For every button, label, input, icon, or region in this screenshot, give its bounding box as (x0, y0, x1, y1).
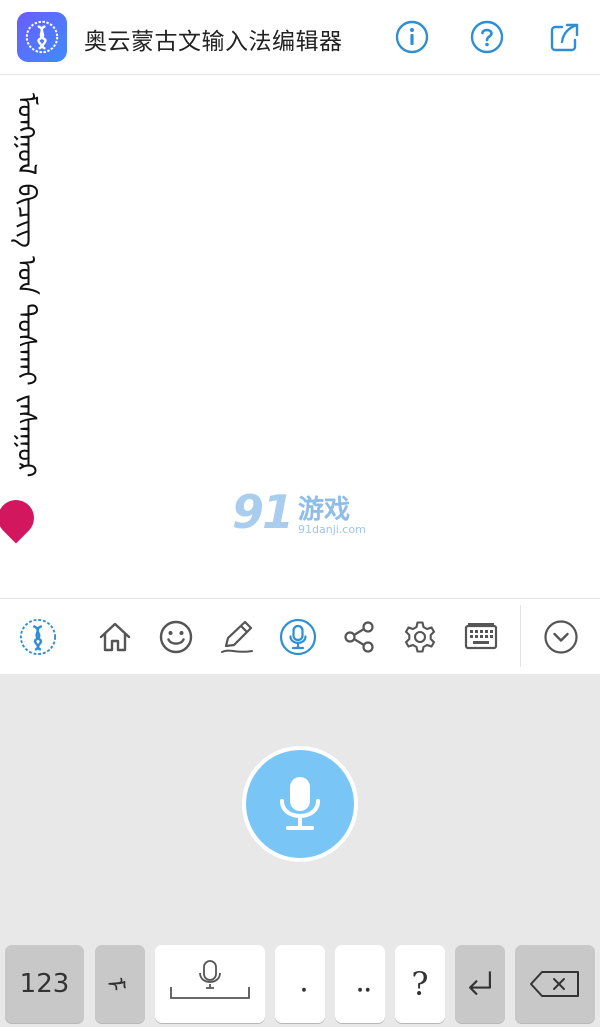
toolbar-logo-button[interactable] (17, 616, 59, 658)
toolbar-share-button[interactable] (338, 616, 380, 658)
toolbar-divider (520, 605, 521, 667)
voice-input-panel: 123 ᠮ ᠂ ᠃ ? (0, 674, 600, 1027)
toolbar-collapse-button[interactable] (540, 616, 582, 658)
watermark-logo: 91 (232, 485, 294, 539)
app-logo-icon (19, 618, 57, 656)
gear-icon (404, 621, 436, 653)
pencil-icon (221, 620, 253, 653)
info-button[interactable] (393, 18, 431, 56)
app-logo-icon (17, 12, 67, 62)
chevron-down-icon (544, 620, 578, 654)
space-mic-icon (170, 960, 250, 999)
space-key[interactable] (155, 945, 265, 1023)
app-title: 奥云蒙古文输入法编辑器 (84, 29, 343, 55)
numbers-key-label: 123 (19, 969, 70, 999)
mongolian-layout-key[interactable]: ᠮ (95, 945, 145, 1023)
home-icon (99, 622, 131, 652)
keyboard-icon (464, 623, 498, 650)
share-export-icon (550, 23, 579, 52)
help-button[interactable] (468, 18, 506, 56)
toolbar-home-button[interactable] (94, 616, 136, 658)
watermark: 91 游戏 91danji.com (232, 485, 372, 543)
backspace-key[interactable] (515, 945, 595, 1023)
keyboard-toolbar (0, 598, 600, 674)
toolbar-handwrite-button[interactable] (216, 616, 258, 658)
question-key-label: ? (411, 965, 429, 1003)
watermark-domain: 91danji.com (298, 523, 366, 536)
microphone-icon (279, 618, 317, 656)
mongolian-layout-key-label: ᠮ (100, 976, 129, 992)
enter-key[interactable] (455, 945, 505, 1023)
enter-icon (469, 971, 491, 995)
watermark-name: 游戏 (298, 495, 351, 525)
question-key[interactable]: ? (395, 945, 445, 1023)
comma-key-label: ᠂ (293, 974, 307, 1010)
question-circle-icon (470, 20, 504, 54)
voice-record-button[interactable] (242, 746, 358, 862)
comma-key[interactable]: ᠂ (275, 945, 325, 1023)
period-key[interactable]: ᠃ (335, 945, 385, 1023)
emoji-icon (159, 620, 193, 654)
text-editor[interactable]: ᠮᠣᠩᠭᠣᠯ ᠪᠢᠴᠢᠭ ᠤᠨ ᠲᠤᠰᠬᠠᠢ ᠵᠠᠰᠠᠭᠤᠷ 91 游戏 91d… (0, 75, 600, 598)
toolbar-keyboard-button[interactable] (460, 616, 502, 658)
microphone-icon (280, 777, 320, 830)
mongolian-text-column[interactable]: ᠮᠣᠩᠭᠣᠯ ᠪᠢᠴᠢᠭ ᠤᠨ ᠲᠤᠰᠬᠠᠢ ᠵᠠᠰᠠᠭᠤᠷ (0, 93, 56, 544)
mongolian-text: ᠮᠣᠩᠭᠣᠯ ᠪᠢᠴᠢᠭ ᠤᠨ ᠲᠤᠰᠬᠠᠢ ᠵᠠᠰᠠᠭᠤᠷ (11, 93, 41, 478)
period-key-label: ᠃ (350, 974, 370, 1010)
toolbar-settings-button[interactable] (399, 616, 441, 658)
info-circle-icon (395, 20, 429, 54)
share-button[interactable] (545, 18, 583, 56)
toolbar-emoji-button[interactable] (155, 616, 197, 658)
toolbar-voice-button[interactable] (277, 616, 319, 658)
backspace-icon (530, 971, 579, 997)
numbers-key[interactable]: 123 (5, 945, 84, 1023)
share-icon (344, 621, 374, 653)
app-header: 奥云蒙古文输入法编辑器 (0, 0, 600, 75)
